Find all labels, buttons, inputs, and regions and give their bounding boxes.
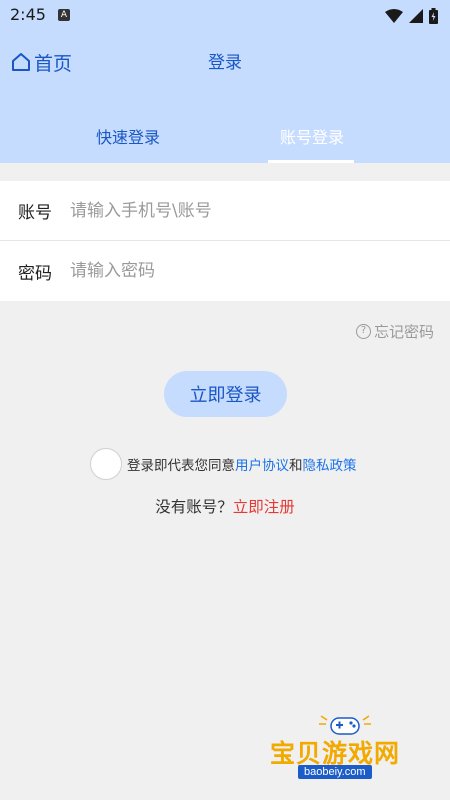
- login-button[interactable]: 立即登录: [164, 371, 287, 417]
- agreement-prefix: 登录即代表您同意: [127, 458, 235, 474]
- wifi-icon: [385, 9, 403, 23]
- register-link[interactable]: 立即注册: [233, 498, 295, 516]
- agreement-checkbox[interactable]: [90, 448, 122, 480]
- notification-badge-icon: A: [58, 9, 70, 21]
- signal-icon: [409, 9, 423, 23]
- watermark-logo: 宝贝游戏网 baobeiy.com: [270, 712, 420, 782]
- account-label: 账号: [18, 203, 52, 223]
- login-form: 账号 密码: [0, 181, 450, 301]
- status-bar: 2:45 A: [0, 0, 450, 32]
- active-tab-indicator: [268, 160, 354, 163]
- battery-icon: [429, 8, 438, 24]
- privacy-policy-link[interactable]: 隐私政策: [303, 454, 357, 474]
- account-row: 账号: [0, 181, 450, 241]
- agreement-and: 和: [289, 458, 303, 474]
- password-label: 密码: [18, 263, 52, 284]
- tab-account-login[interactable]: 账号登录: [280, 124, 344, 148]
- watermark-url: baobeiy.com: [298, 765, 372, 779]
- password-input[interactable]: [70, 256, 430, 286]
- forgot-password-link[interactable]: ? 忘记密码: [355, 321, 434, 342]
- register-row: 没有账号？立即注册: [0, 495, 450, 517]
- account-input[interactable]: [70, 195, 430, 226]
- register-prompt: 没有账号？: [155, 498, 233, 516]
- tab-quick-login[interactable]: 快速登录: [96, 124, 160, 148]
- agreement-row: 登录即代表您同意 用户协议 和 隐私政策: [90, 447, 357, 481]
- status-time: 2:45: [10, 5, 46, 24]
- page-title: 登录: [208, 53, 242, 73]
- question-icon: ?: [355, 324, 371, 339]
- status-icons: [385, 6, 438, 26]
- header-bar: 2:45 A 首页 登录 快速登录 账号登录: [0, 0, 450, 163]
- forgot-password-label: 忘记密码: [373, 323, 434, 341]
- password-row: 密码: [0, 241, 450, 301]
- user-agreement-link[interactable]: 用户协议: [235, 454, 289, 474]
